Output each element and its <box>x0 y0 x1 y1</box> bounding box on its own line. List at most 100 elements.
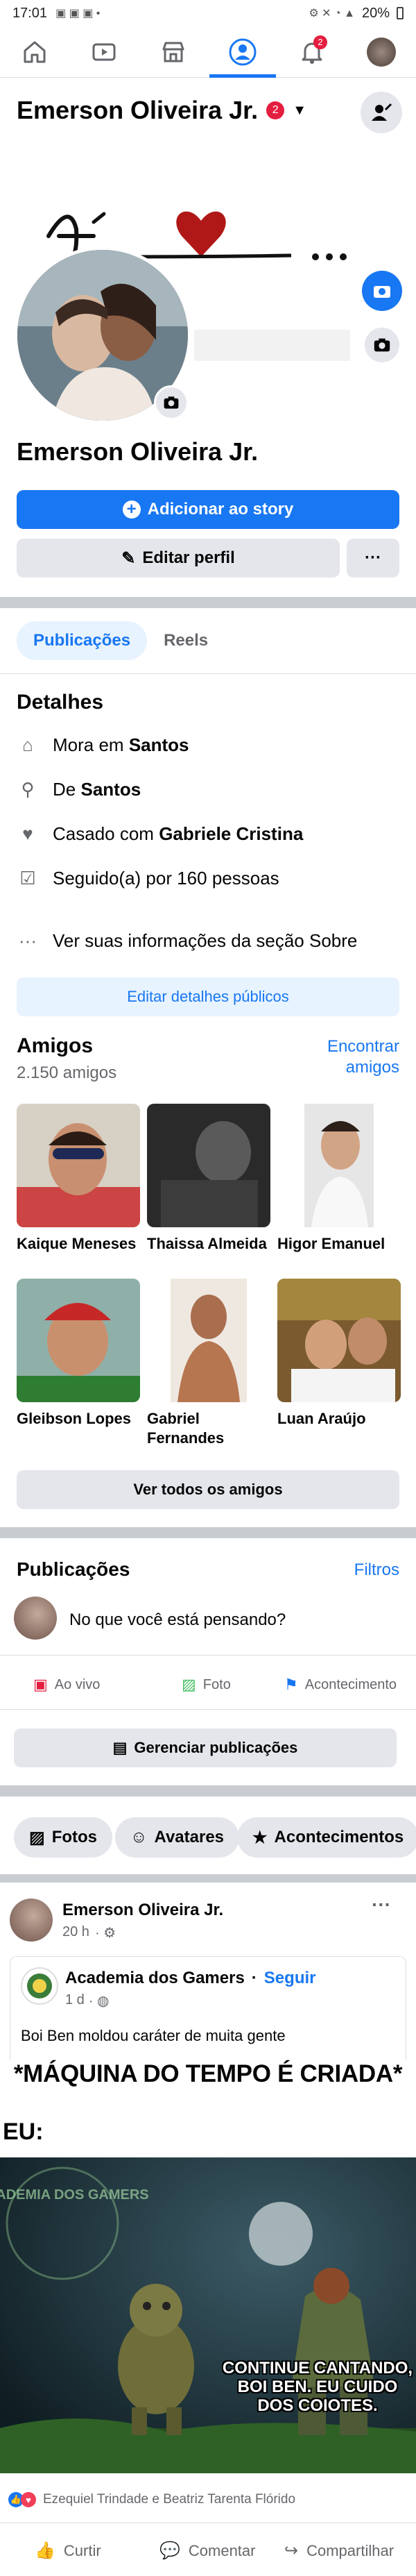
detail-followers: ☑ Seguido(a) por 160 pessoas <box>17 868 279 889</box>
from-prefix: De <box>53 779 76 800</box>
avatar-camera-button[interactable] <box>154 385 189 420</box>
friend-name: Luan Araújo <box>277 1410 366 1427</box>
comment-label: Comentar <box>188 2541 256 2559</box>
photos-chip[interactable]: ▨ Fotos <box>14 1817 113 1858</box>
avatars-chip-label: Avatares <box>154 1828 225 1846</box>
photo-label: Foto <box>202 1676 231 1692</box>
photo-button[interactable]: ▨ Foto <box>182 1676 231 1694</box>
edit-public-details-button[interactable]: Editar detalhes públicos <box>17 977 399 1016</box>
page-avatar[interactable] <box>21 1967 58 2005</box>
meme-image[interactable]: ACADEMIA DOS GAMERS <box>0 2157 416 2473</box>
cover-edit-button[interactable] <box>362 271 402 311</box>
friends-count: 2.150 amigos <box>17 1063 117 1082</box>
married-prefix: Casado com <box>53 823 154 844</box>
tab-publications[interactable]: Publicações <box>17 621 148 660</box>
nav-menu[interactable] <box>361 31 402 73</box>
cover-camera-button[interactable] <box>365 328 399 362</box>
post-options-button[interactable]: ··· <box>372 1894 391 1916</box>
see-about-link[interactable]: ··· Ver suas informações da seção Sobre <box>17 930 357 952</box>
live-video-icon: ▣ <box>33 1676 48 1693</box>
see-about-label: Ver suas informações da seção Sobre <box>53 930 358 951</box>
live-button[interactable]: ▣ Ao vivo <box>33 1676 100 1694</box>
user-edit-icon <box>372 103 392 121</box>
battery-level: 20% <box>361 5 390 21</box>
like-button[interactable]: 👍 Curtir <box>35 2541 101 2561</box>
post-author-name[interactable]: Emerson Oliveira Jr. <box>62 1901 223 1920</box>
filters-link[interactable]: Filtros <box>326 1560 399 1580</box>
follow-button[interactable]: Seguir <box>264 1969 316 1988</box>
nav-home[interactable] <box>14 31 55 73</box>
divider <box>0 1709 416 1710</box>
plus-circle-icon: + <box>122 500 141 519</box>
flag-icon: ⚑ <box>284 1676 298 1693</box>
avatars-chip[interactable]: ☺ Avatares <box>115 1817 240 1858</box>
home-icon: ⌂ <box>22 734 33 755</box>
edit-profile-button[interactable]: ✎ Editar perfil <box>17 539 340 578</box>
reactions-summary[interactable]: 👍 ♥ Ezequiel Trindade e Beatriz Tarenta … <box>8 2492 295 2507</box>
video-icon <box>92 43 116 60</box>
shared-post-time: 1 d <box>65 1992 85 2007</box>
camera-icon <box>374 338 390 352</box>
profile-name: Emerson Oliveira Jr. <box>17 437 259 466</box>
header-badge: 2 <box>266 101 285 119</box>
add-to-story-button[interactable]: + Adicionar ao story <box>17 490 399 529</box>
friend-card[interactable]: Kaique Meneses <box>17 1104 140 1254</box>
composer-input[interactable]: No que você está pensando? <box>69 1610 286 1630</box>
friend-photo <box>17 1279 140 1402</box>
nav-profile[interactable] <box>209 31 276 78</box>
more-options-button[interactable]: ··· <box>347 539 399 578</box>
divider <box>0 1655 416 1656</box>
more-icon: ··· <box>365 548 381 567</box>
profile-icon <box>229 38 257 65</box>
edit-user-button[interactable] <box>361 92 402 133</box>
gear-icon: · ⚙ <box>94 1926 116 1941</box>
from-city[interactable]: Santos <box>80 779 141 800</box>
meme-title: *MÁQUINA DO TEMPO É CRIADA* <box>13 2060 403 2087</box>
add-to-story-label: Adicionar ao story <box>147 500 294 519</box>
friends-title: Amigos <box>17 1034 94 1057</box>
share-button[interactable]: ↪ Compartilhar <box>284 2541 394 2561</box>
nav-notifications[interactable]: 2 <box>291 31 333 73</box>
friend-card[interactable]: Gleibson Lopes <box>17 1279 140 1429</box>
status-system-icons: ⚙ ✕ ◔ ▲ <box>309 8 355 19</box>
friend-photo <box>147 1104 270 1227</box>
nav-marketplace[interactable] <box>153 31 194 73</box>
avatar-icon: ☺ <box>130 1828 148 1846</box>
meme-eu: EU: <box>3 2119 44 2145</box>
post-time: 20 h <box>62 1924 89 1939</box>
lives-city[interactable]: Santos <box>129 734 189 755</box>
header-name: Emerson Oliveira Jr. <box>17 96 259 124</box>
married-name[interactable]: Gabriele Cristina <box>159 823 303 844</box>
friend-card[interactable]: Luan Araújo <box>277 1279 401 1429</box>
meme-illustration: ACADEMIA DOS GAMERS <box>0 2157 416 2473</box>
find-friends-link[interactable]: Encontrar amigos <box>305 1036 399 1078</box>
detail-from: ⚲ De Santos <box>17 779 141 800</box>
thumbs-up-icon: 👍 <box>35 2541 55 2560</box>
detail-lives-in: ⌂ Mora em Santos <box>17 734 189 756</box>
profile-header[interactable]: Emerson Oliveira Jr. 2 ▼ <box>17 96 306 125</box>
lives-prefix: Mora em <box>53 734 124 755</box>
manage-posts-button[interactable]: ▤ Gerenciar publicações <box>14 1728 397 1767</box>
nav-video[interactable] <box>83 31 125 73</box>
top-navigation: 2 <box>0 26 416 78</box>
meme-caption: CONTINUE CANTANDO, BOI BEN. EU CUIDO DOS… <box>222 2359 413 2415</box>
comment-button[interactable]: 💬 Comentar <box>159 2541 255 2561</box>
shared-post-meta: 1 d · ◍ <box>65 1992 109 2010</box>
shared-page-name[interactable]: Academia dos Gamers <box>65 1969 245 1988</box>
more-icon: ··· <box>19 930 37 951</box>
friend-card[interactable]: Gabriel Fernandes <box>147 1279 270 1448</box>
tab-reels[interactable]: Reels <box>164 631 208 650</box>
see-all-friends-button[interactable]: Ver todos os amigos <box>17 1470 399 1509</box>
friend-card[interactable]: Higor Emanuel <box>277 1104 401 1254</box>
events-chip[interactable]: ★ Acontecimentos <box>237 1817 416 1858</box>
live-label: Ao vivo <box>54 1676 101 1692</box>
life-event-button[interactable]: ⚑ Acontecimento <box>284 1676 397 1694</box>
followers-icon: ☑ <box>19 868 36 889</box>
camera-icon <box>374 286 390 298</box>
friend-photo <box>147 1279 270 1402</box>
home-icon <box>24 41 46 62</box>
post-author-avatar[interactable] <box>10 1899 53 1942</box>
friend-photo <box>17 1104 140 1227</box>
friend-card[interactable]: Thaissa Almeida <box>147 1104 270 1254</box>
share-icon: ↪ <box>284 2541 299 2560</box>
